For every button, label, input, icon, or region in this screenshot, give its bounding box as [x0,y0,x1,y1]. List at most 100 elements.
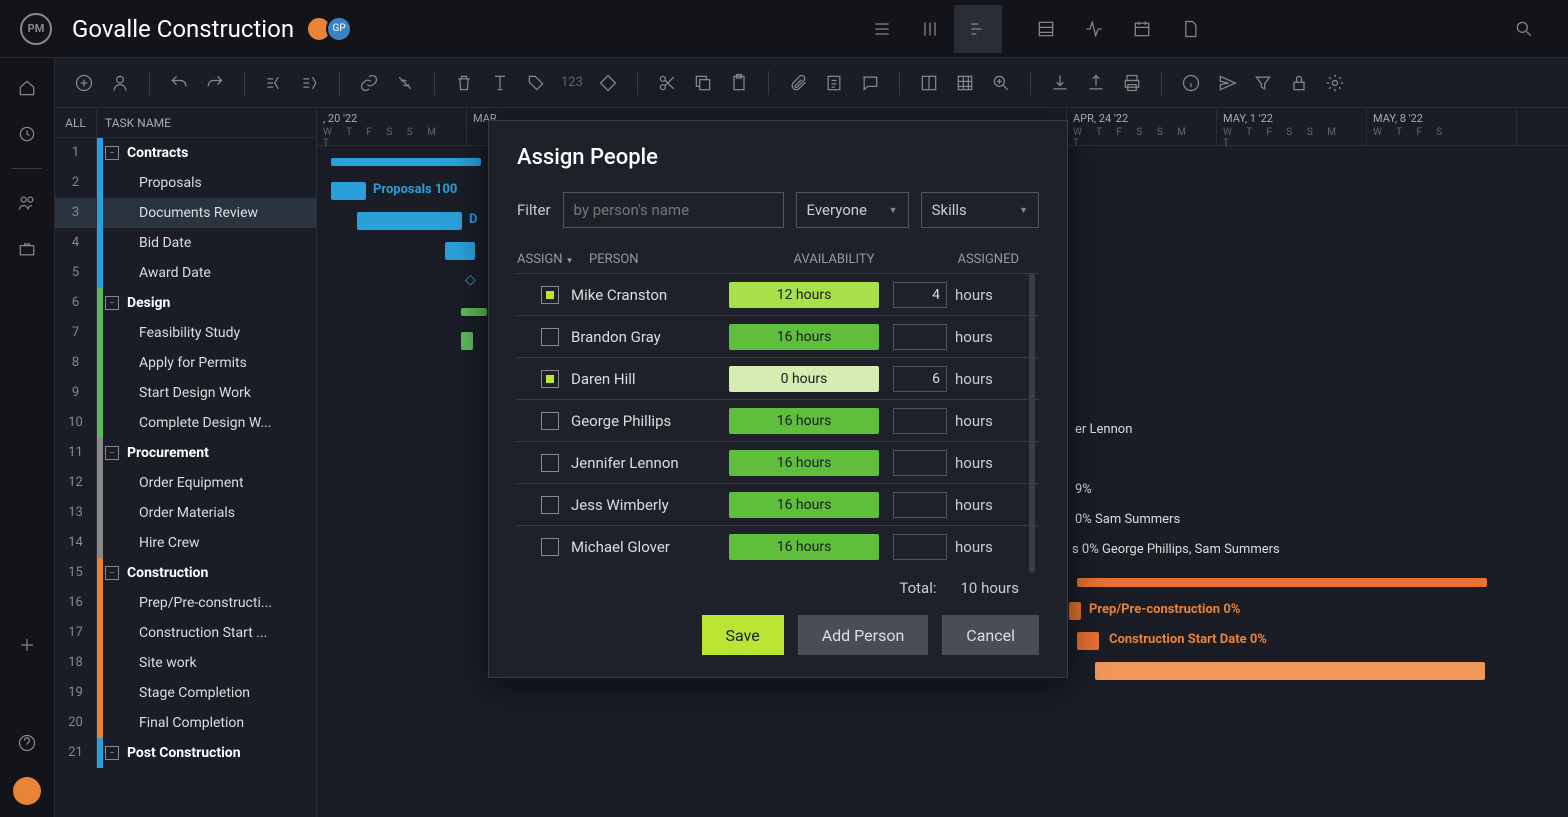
assigned-hours-input[interactable] [893,366,947,392]
cancel-button[interactable]: Cancel [942,615,1039,655]
view-calendar-icon[interactable] [1118,5,1166,53]
redo-icon[interactable] [204,72,226,94]
scrollbar[interactable] [1029,273,1035,573]
attach-icon[interactable] [787,72,809,94]
add-icon[interactable] [15,633,39,657]
link-icon[interactable] [358,72,380,94]
view-activity-icon[interactable] [1070,5,1118,53]
team-icon[interactable] [15,191,39,215]
help-icon[interactable] [15,731,39,755]
zoom-icon[interactable] [990,72,1012,94]
copy-icon[interactable] [692,72,714,94]
print-icon[interactable] [1121,72,1143,94]
task-row[interactable]: 12 Order Equipment [55,468,316,498]
undo-icon[interactable] [168,72,190,94]
lock-icon[interactable] [1288,72,1310,94]
view-sheet-icon[interactable] [1022,5,1070,53]
task-row[interactable]: 21 − Post Construction [55,738,316,768]
assign-checkbox[interactable] [541,412,559,430]
assign-checkbox[interactable] [541,286,559,304]
task-row[interactable]: 6 − Design [55,288,316,318]
task-row[interactable]: 18 Site work [55,648,316,678]
outdent-icon[interactable] [263,72,285,94]
avatar[interactable]: GP [326,16,352,42]
col-availability[interactable]: AVAILABILITY [759,252,909,267]
task-row[interactable]: 16 Prep/Pre-constructi... [55,588,316,618]
assign-checkbox[interactable] [541,454,559,472]
diamond-icon[interactable] [597,72,619,94]
export-icon[interactable] [1085,72,1107,94]
note-icon[interactable] [823,72,845,94]
assign-checkbox[interactable] [541,496,559,514]
col-assign[interactable]: ASSIGN [517,252,574,267]
collapse-icon[interactable]: − [105,146,119,160]
view-list-icon[interactable] [858,5,906,53]
tag-icon[interactable] [525,72,547,94]
assign-icon[interactable] [109,72,131,94]
filter-everyone-select[interactable]: Everyone [796,192,909,228]
assign-checkbox[interactable] [541,538,559,556]
assigned-hours-input[interactable] [893,492,947,518]
col-person[interactable]: PERSON [589,252,759,267]
briefcase-icon[interactable] [15,237,39,261]
member-avatars[interactable]: GP [312,16,352,42]
task-row[interactable]: 15 − Construction [55,558,316,588]
col-header-all[interactable]: ALL [55,108,97,137]
task-row[interactable]: 2 Proposals [55,168,316,198]
task-row[interactable]: 14 Hire Crew [55,528,316,558]
app-logo[interactable]: PM [20,13,52,45]
user-avatar[interactable] [13,777,41,805]
task-row[interactable]: 17 Construction Start ... [55,618,316,648]
task-row[interactable]: 7 Feasibility Study [55,318,316,348]
filter-icon[interactable] [1252,72,1274,94]
assign-checkbox[interactable] [541,328,559,346]
info-icon[interactable] [1180,72,1202,94]
home-icon[interactable] [15,76,39,100]
assigned-hours-input[interactable] [893,408,947,434]
col-assigned[interactable]: ASSIGNED [909,252,1039,267]
task-row[interactable]: 20 Final Completion [55,708,316,738]
task-row[interactable]: 19 Stage Completion [55,678,316,708]
indent-icon[interactable] [299,72,321,94]
trash-icon[interactable] [453,72,475,94]
task-row[interactable]: 8 Apply for Permits [55,348,316,378]
clock-icon[interactable] [15,122,39,146]
assigned-hours-input[interactable] [893,324,947,350]
task-row[interactable]: 10 Complete Design W... [55,408,316,438]
task-row[interactable]: 4 Bid Date [55,228,316,258]
collapse-icon[interactable]: − [105,746,119,760]
collapse-icon[interactable]: − [105,296,119,310]
assigned-hours-input[interactable] [893,450,947,476]
columns-icon[interactable] [918,72,940,94]
assign-checkbox[interactable] [541,370,559,388]
settings-icon[interactable] [1324,72,1346,94]
task-row[interactable]: 13 Order Materials [55,498,316,528]
paste-icon[interactable] [728,72,750,94]
task-row[interactable]: 11 − Procurement [55,438,316,468]
collapse-icon[interactable]: − [105,446,119,460]
filter-skills-select[interactable]: Skills [921,192,1039,228]
grid-icon[interactable] [954,72,976,94]
view-board-icon[interactable] [906,5,954,53]
filter-name-input[interactable] [563,192,784,228]
col-header-name[interactable]: TASK NAME [97,108,316,137]
view-file-icon[interactable] [1166,5,1214,53]
task-row[interactable]: 5 Award Date [55,258,316,288]
text-icon[interactable] [489,72,511,94]
assigned-hours-input[interactable] [893,534,947,560]
view-gantt-icon[interactable] [954,5,1002,53]
comment-icon[interactable] [859,72,881,94]
send-icon[interactable] [1216,72,1238,94]
task-row[interactable]: 9 Start Design Work [55,378,316,408]
add-circle-icon[interactable] [73,72,95,94]
task-row[interactable]: 1 − Contracts [55,138,316,168]
save-button[interactable]: Save [702,615,784,655]
cut-icon[interactable] [656,72,678,94]
add-person-button[interactable]: Add Person [798,615,929,655]
search-icon[interactable] [1500,5,1548,53]
collapse-icon[interactable]: − [105,566,119,580]
import-icon[interactable] [1049,72,1071,94]
unlink-icon[interactable] [394,72,416,94]
task-row[interactable]: 3 Documents Review [55,198,316,228]
assigned-hours-input[interactable] [893,282,947,308]
